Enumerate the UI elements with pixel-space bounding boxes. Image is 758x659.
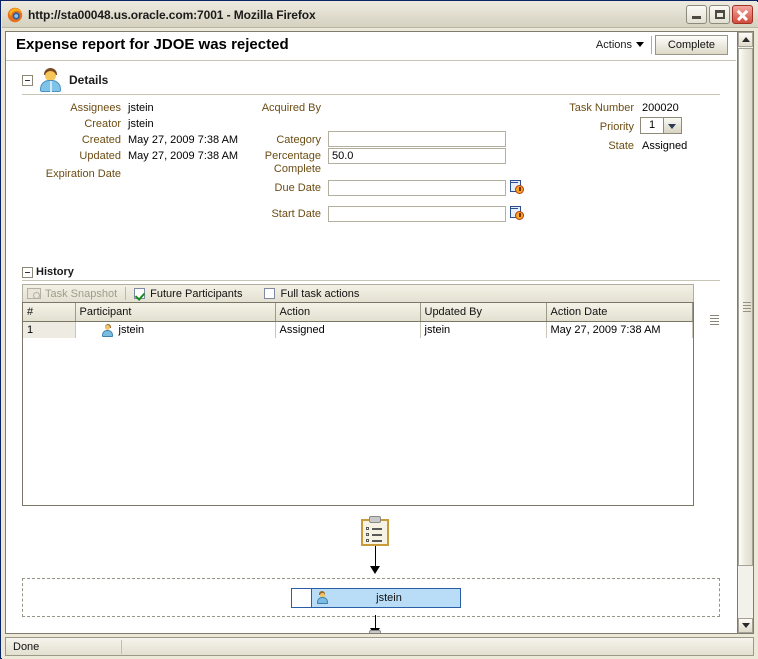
window-controls — [686, 5, 753, 24]
full-task-actions-label: Full task actions — [280, 287, 360, 300]
status-text: Done — [13, 640, 40, 653]
scroll-up-button[interactable] — [738, 32, 753, 47]
acquired-by-label: Acquired By — [261, 102, 321, 114]
actions-menu-button[interactable]: Actions — [596, 39, 644, 51]
priority-value: 1 — [648, 119, 656, 131]
camera-icon — [27, 288, 41, 299]
task-snapshot-button[interactable]: Task Snapshot — [27, 288, 117, 300]
browser-window: http://sta00048.us.oracle.com:7001 - Moz… — [0, 0, 758, 659]
priority-label: Priority — [599, 121, 634, 133]
percentage-complete-label: Percentage Complete — [264, 150, 321, 175]
details-section-header: Details — [22, 68, 108, 92]
full-task-actions-checkbox[interactable]: Full task actions — [264, 288, 359, 300]
maximize-button[interactable] — [709, 5, 730, 24]
user-icon — [102, 323, 114, 337]
toolbar-separator — [125, 287, 127, 300]
flow-connector-top — [374, 546, 376, 568]
minimize-button[interactable] — [686, 5, 707, 24]
scrollbar-grip-icon — [743, 302, 751, 314]
page-viewport: Expense report for JDOE was rejected Act… — [5, 31, 737, 634]
clipboard-icon — [361, 516, 389, 546]
history-toolbar: Task Snapshot Future Participants Full t… — [22, 284, 694, 302]
start-date-calendar-icon[interactable] — [510, 206, 525, 221]
table-row[interactable]: 1 jstein Assigned jstein May 27, 2009 7:… — [23, 321, 693, 338]
details-section-label: Details — [69, 73, 109, 87]
history-table: # Participant Action Updated By Action D… — [22, 302, 719, 506]
history-divider — [22, 280, 720, 281]
flow-node-participant[interactable]: jstein — [291, 588, 461, 608]
scroll-down-button[interactable] — [738, 618, 753, 633]
category-input[interactable] — [328, 131, 506, 147]
cell-action-date: May 27, 2009 7:38 AM — [546, 321, 693, 338]
flow-arrow-top-icon — [370, 566, 380, 574]
status-separator — [121, 640, 122, 654]
creator-label: Creator — [84, 118, 121, 130]
column-header-number[interactable]: # — [23, 303, 76, 322]
window-titlebar: http://sta00048.us.oracle.com:7001 - Moz… — [2, 2, 758, 28]
page-header: Expense report for JDOE was rejected Act… — [6, 32, 736, 61]
state-label: State — [608, 140, 634, 152]
category-label: Category — [276, 134, 321, 146]
creator-value: jstein — [128, 118, 154, 130]
checkbox-checked-icon[interactable] — [134, 288, 146, 299]
cell-updated-by: jstein — [420, 321, 547, 338]
updated-value: May 27, 2009 7:38 AM — [128, 150, 239, 162]
column-header-participant[interactable]: Participant — [75, 303, 276, 322]
cell-number: 1 — [23, 321, 76, 338]
percentage-complete-input[interactable] — [328, 148, 506, 164]
cell-action: Assigned — [275, 321, 421, 338]
due-date-input[interactable] — [328, 180, 506, 196]
cell-participant: jstein — [75, 321, 276, 338]
page-title: Expense report for JDOE was rejected — [16, 36, 289, 53]
table-scroll-grip[interactable] — [710, 315, 719, 325]
chevron-down-icon — [636, 42, 644, 47]
details-collapse-toggle[interactable] — [22, 74, 33, 86]
assignees-label: Assignees — [70, 102, 121, 114]
user-avatar-icon — [39, 68, 63, 92]
browser-client: Expense report for JDOE was rejected Act… — [2, 28, 758, 659]
details-form: Assignees jstein Creator jstein Created … — [6, 100, 736, 260]
state-value: Assigned — [642, 140, 688, 152]
future-participants-checkbox[interactable]: Future Participants — [134, 288, 242, 300]
created-label: Created — [81, 134, 121, 146]
priority-select[interactable]: 1 — [640, 117, 682, 134]
window-title: http://sta00048.us.oracle.com:7001 - Moz… — [28, 7, 316, 22]
due-date-calendar-icon[interactable] — [510, 180, 525, 195]
created-value: May 27, 2009 7:38 AM — [128, 134, 239, 146]
history-collapse-toggle[interactable] — [22, 266, 33, 278]
page-vertical-scrollbar[interactable] — [737, 31, 754, 634]
task-flow-diagram: jstein — [6, 516, 736, 633]
details-divider — [22, 94, 720, 95]
task-number-value: 200020 — [642, 102, 679, 114]
task-number-label: Task Number — [569, 102, 634, 114]
updated-label: Updated — [79, 150, 121, 162]
toolbar-divider — [651, 36, 652, 54]
history-section-header: History — [22, 266, 74, 278]
firefox-icon — [7, 7, 23, 23]
assignees-value: jstein — [128, 102, 154, 114]
history-section-label: History — [36, 266, 74, 278]
table-header-row: # Participant Action Updated By Action D… — [23, 303, 693, 322]
due-date-label: Due Date — [274, 182, 321, 194]
complete-button[interactable]: Complete — [654, 35, 728, 55]
checkbox-unchecked-icon[interactable] — [264, 288, 276, 299]
clipboard-download-icon — [361, 630, 389, 633]
start-date-label: Start Date — [271, 208, 321, 220]
flow-node-label: jstein — [376, 592, 402, 604]
future-participants-label: Future Participants — [150, 287, 243, 300]
close-button[interactable] — [732, 5, 753, 24]
scrollbar-thumb[interactable] — [738, 48, 753, 566]
task-snapshot-label: Task Snapshot — [45, 287, 118, 300]
flow-node-handle[interactable] — [292, 589, 312, 607]
priority-dropdown-arrow-icon[interactable] — [663, 118, 681, 133]
column-header-action[interactable]: Action — [275, 303, 421, 322]
column-header-action-date[interactable]: Action Date — [546, 303, 693, 322]
expiration-date-label: Expiration Date — [45, 168, 121, 180]
actions-menu-label: Actions — [595, 39, 632, 51]
user-icon — [316, 591, 332, 605]
cell-participant-label: jstein — [118, 324, 145, 336]
status-bar: Done — [5, 637, 754, 656]
column-header-updated-by[interactable]: Updated By — [420, 303, 547, 322]
start-date-input[interactable] — [328, 206, 506, 222]
